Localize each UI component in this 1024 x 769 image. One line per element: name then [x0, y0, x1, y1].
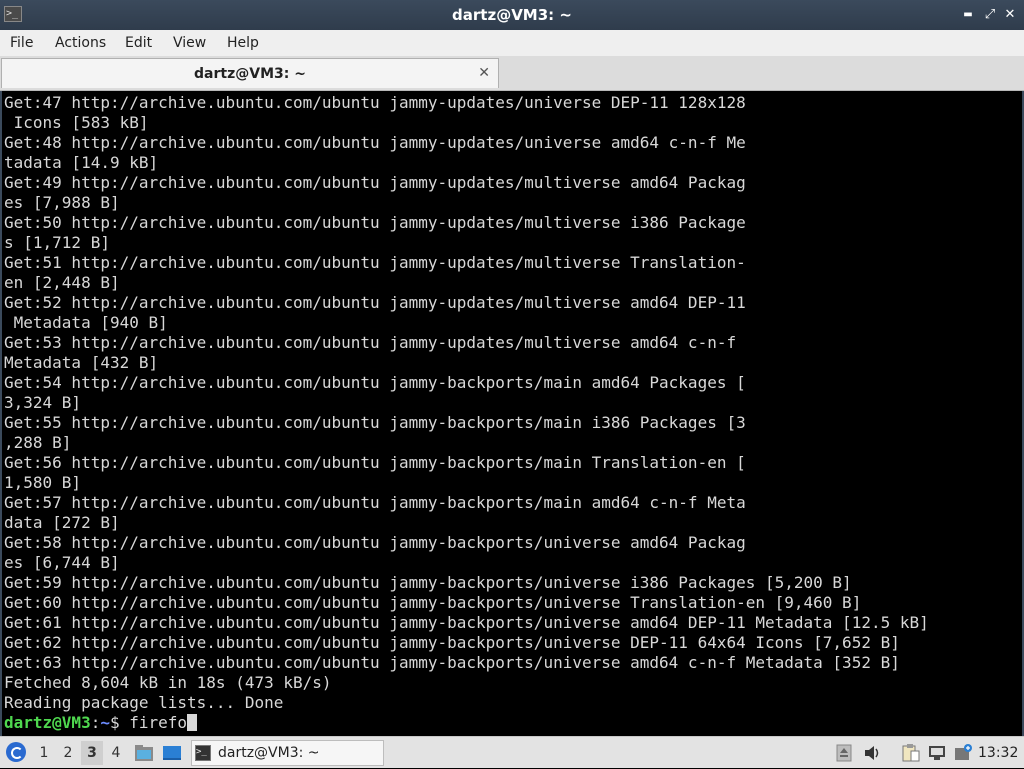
- prompt-path: ~: [100, 713, 110, 732]
- tab-bar: dartz@VM3: ~ ✕: [0, 56, 1024, 91]
- terminal-line: Get:63 http://archive.ubuntu.com/ubuntu …: [4, 653, 900, 672]
- taskbar-task-terminal[interactable]: >_ dartz@VM3: ~: [191, 740, 384, 766]
- command-input[interactable]: firefo: [129, 713, 187, 732]
- terminal-line: Get:47 http://archive.ubuntu.com/ubuntu …: [4, 93, 746, 112]
- terminal-line: es [6,744 B]: [4, 553, 120, 572]
- prompt-line: dartz@VM3:~$ firefo: [4, 713, 198, 732]
- maximize-button[interactable]: ⤢: [980, 0, 1000, 30]
- tab-label: dartz@VM3: ~: [194, 66, 306, 82]
- clock: 13:32: [978, 745, 1019, 761]
- terminal-line: Metadata [940 B]: [13, 313, 168, 332]
- terminal-line: ,288 B]: [4, 433, 72, 452]
- terminal-line: s [1,712 B]: [4, 233, 110, 252]
- terminal-line: Icons [583 kB]: [13, 113, 149, 132]
- terminal-line: es [7,988 B]: [4, 193, 120, 212]
- terminal-line: data [272 B]: [4, 513, 120, 532]
- terminal-line: Get:62 http://archive.ubuntu.com/ubuntu …: [4, 633, 900, 652]
- volume-icon[interactable]: [862, 743, 882, 763]
- window-title: dartz@VM3: ~: [452, 6, 572, 24]
- prompt-symbol: $: [109, 713, 130, 732]
- start-menu-icon[interactable]: [6, 742, 26, 762]
- terminal-line: en [2,448 B]: [4, 273, 120, 292]
- terminal-line: 3,324 B]: [4, 393, 82, 412]
- terminal-output: Get:47 http://archive.ubuntu.com/ubuntu …: [4, 93, 929, 733]
- terminal-line: Get:50 http://archive.ubuntu.com/ubuntu …: [4, 213, 746, 232]
- window-titlebar[interactable]: >_ dartz@VM3: ~ ▬ ⤢ ✕: [0, 0, 1024, 31]
- task-label: dartz@VM3: ~: [218, 745, 320, 761]
- clipboard-icon[interactable]: [900, 743, 920, 763]
- terminal-lines: Get:47 http://archive.ubuntu.com/ubuntu …: [4, 93, 929, 712]
- workspace-2[interactable]: 2: [57, 741, 79, 765]
- prompt-user-host: dartz@VM3: [4, 713, 91, 732]
- menu-bar: File Actions Edit View Help: [0, 30, 1024, 56]
- tab-close-icon[interactable]: ✕: [478, 59, 490, 87]
- menu-help[interactable]: Help: [227, 30, 259, 56]
- terminal-line: Get:49 http://archive.ubuntu.com/ubuntu …: [4, 173, 746, 192]
- file-manager-icon[interactable]: [134, 743, 154, 763]
- terminal-icon: >_: [195, 745, 211, 761]
- terminal-line: Get:52 http://archive.ubuntu.com/ubuntu …: [4, 293, 746, 312]
- network-icon[interactable]: [927, 743, 947, 763]
- terminal-line: Get:56 http://archive.ubuntu.com/ubuntu …: [4, 453, 746, 472]
- terminal-view[interactable]: Get:47 http://archive.ubuntu.com/ubuntu …: [0, 91, 1024, 736]
- terminal-line: Get:51 http://archive.ubuntu.com/ubuntu …: [4, 253, 746, 272]
- workspace-4[interactable]: 4: [105, 741, 127, 765]
- taskbar: 1 2 3 4 >_ dartz@VM3: ~ 13:32: [0, 736, 1024, 768]
- terminal-line: tadata [14.9 kB]: [4, 153, 159, 172]
- terminal-line: Get:48 http://archive.ubuntu.com/ubuntu …: [4, 133, 746, 152]
- menu-edit[interactable]: Edit: [125, 30, 152, 56]
- workspace-3[interactable]: 3: [81, 741, 103, 765]
- terminal-line: Metadata [432 B]: [4, 353, 159, 372]
- terminal-line: Get:59 http://archive.ubuntu.com/ubuntu …: [4, 573, 852, 592]
- workspace-1[interactable]: 1: [33, 741, 55, 765]
- show-desktop-icon[interactable]: [162, 743, 182, 763]
- terminal-line: Get:58 http://archive.ubuntu.com/ubuntu …: [4, 533, 746, 552]
- terminal-line: Get:61 http://archive.ubuntu.com/ubuntu …: [4, 613, 929, 632]
- prompt-separator: :: [90, 713, 101, 732]
- terminal-line: Reading package lists... Done: [4, 693, 284, 712]
- terminal-line: Get:55 http://archive.ubuntu.com/ubuntu …: [4, 413, 746, 432]
- terminal-line: Get:60 http://archive.ubuntu.com/ubuntu …: [4, 593, 862, 612]
- terminal-line: Get:57 http://archive.ubuntu.com/ubuntu …: [4, 493, 746, 512]
- terminal-line: 1,580 B]: [4, 473, 82, 492]
- terminal-line: Get:53 http://archive.ubuntu.com/ubuntu …: [4, 333, 737, 352]
- terminal-line: Get:54 http://archive.ubuntu.com/ubuntu …: [4, 373, 746, 392]
- menu-actions[interactable]: Actions: [55, 30, 106, 56]
- minimize-button[interactable]: ▬: [958, 0, 978, 30]
- menu-view[interactable]: View: [173, 30, 206, 56]
- update-notifier-icon[interactable]: [953, 743, 973, 763]
- eject-icon[interactable]: [834, 743, 854, 763]
- close-button[interactable]: ✕: [1000, 0, 1020, 30]
- menu-file[interactable]: File: [10, 30, 33, 56]
- terminal-cursor: [187, 714, 198, 731]
- terminal-line: Fetched 8,604 kB in 18s (473 kB/s): [4, 673, 332, 692]
- tab-terminal[interactable]: dartz@VM3: ~ ✕: [1, 58, 499, 88]
